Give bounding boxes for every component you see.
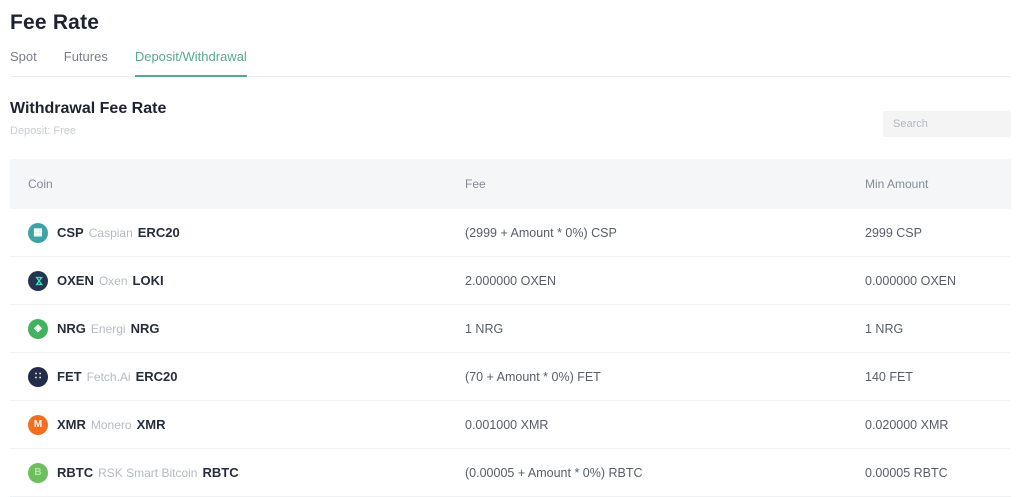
tab-bar: Spot Futures Deposit/Withdrawal — [10, 49, 1011, 77]
column-header-fee: Fee — [465, 177, 865, 191]
table-row: ⋈ OXEN Oxen LOKI 2.000000 OXEN 0.000000 … — [10, 257, 1011, 305]
tab-deposit-withdrawal[interactable]: Deposit/Withdrawal — [135, 49, 247, 76]
fee-rate-page: Fee Rate Spot Futures Deposit/Withdrawal… — [0, 11, 1024, 497]
section-header: Withdrawal Fee Rate Deposit: Free — [10, 100, 1011, 137]
min-amount-value: 0.020000 XMR — [865, 418, 993, 432]
coin-symbol: RBTC — [57, 465, 93, 480]
table-row: ◈ NRG Energi NRG 1 NRG 1 NRG — [10, 305, 1011, 353]
fee-value: 2.000000 OXEN — [465, 274, 865, 288]
coin-network: NRG — [131, 321, 160, 336]
coin-symbol: XMR — [57, 417, 86, 432]
csp-coin-icon: ▦ — [28, 223, 48, 243]
nrg-coin-icon: ◈ — [28, 319, 48, 339]
table-header-row: Coin Fee Min Amount — [10, 159, 1011, 209]
oxen-coin-icon: ⋈ — [28, 271, 48, 291]
fee-value: 0.001000 XMR — [465, 418, 865, 432]
coin-symbol: CSP — [57, 225, 84, 240]
coin-name: Oxen — [99, 274, 128, 288]
coin-symbol: FET — [57, 369, 82, 384]
coin-cell: ◈ NRG Energi NRG — [28, 319, 465, 339]
min-amount-value: 0.00005 RBTC — [865, 466, 993, 480]
table-row: M XMR Monero XMR 0.001000 XMR 0.020000 X… — [10, 401, 1011, 449]
rbtc-coin-icon: B — [28, 463, 48, 483]
section-title: Withdrawal Fee Rate — [10, 100, 166, 118]
fee-value: (2999 + Amount * 0%) CSP — [465, 226, 865, 240]
coin-cell: B RBTC RSK Smart Bitcoin RBTC — [28, 463, 465, 483]
coin-symbol: NRG — [57, 321, 86, 336]
coin-name: Monero — [91, 418, 132, 432]
fee-value: (70 + Amount * 0%) FET — [465, 370, 865, 384]
coin-name: Fetch.Ai — [87, 370, 131, 384]
coin-cell: M XMR Monero XMR — [28, 415, 465, 435]
coin-network: LOKI — [133, 273, 164, 288]
min-amount-value: 0.000000 OXEN — [865, 274, 993, 288]
coin-network: RBTC — [202, 465, 238, 480]
table-row: B RBTC RSK Smart Bitcoin RBTC (0.00005 +… — [10, 449, 1011, 497]
coin-cell: ⋈ OXEN Oxen LOKI — [28, 271, 465, 291]
coin-cell: ∷ FET Fetch.Ai ERC20 — [28, 367, 465, 387]
deposit-free-note: Deposit: Free — [10, 125, 166, 137]
coin-name: Energi — [91, 322, 126, 336]
section-header-text: Withdrawal Fee Rate Deposit: Free — [10, 100, 166, 137]
page-title: Fee Rate — [10, 11, 1011, 35]
fee-value: 1 NRG — [465, 322, 865, 336]
table-row: ▦ CSP Caspian ERC20 (2999 + Amount * 0%)… — [10, 209, 1011, 257]
coin-network: ERC20 — [136, 369, 178, 384]
fee-value: (0.00005 + Amount * 0%) RBTC — [465, 466, 865, 480]
min-amount-value: 2999 CSP — [865, 226, 993, 240]
column-header-coin: Coin — [28, 177, 465, 191]
tab-futures[interactable]: Futures — [64, 49, 108, 76]
column-header-min-amount: Min Amount — [865, 177, 993, 191]
xmr-coin-icon: M — [28, 415, 48, 435]
withdrawal-fee-table: Coin Fee Min Amount ▦ CSP Caspian ERC20 … — [10, 159, 1011, 497]
fet-coin-icon: ∷ — [28, 367, 48, 387]
table-row: ∷ FET Fetch.Ai ERC20 (70 + Amount * 0%) … — [10, 353, 1011, 401]
coin-network: XMR — [137, 417, 166, 432]
coin-name: RSK Smart Bitcoin — [98, 466, 197, 480]
coin-name: Caspian — [89, 226, 133, 240]
min-amount-value: 140 FET — [865, 370, 993, 384]
tab-spot[interactable]: Spot — [10, 49, 37, 76]
coin-symbol: OXEN — [57, 273, 94, 288]
coin-cell: ▦ CSP Caspian ERC20 — [28, 223, 465, 243]
coin-network: ERC20 — [138, 225, 180, 240]
search-input[interactable] — [883, 111, 1011, 137]
min-amount-value: 1 NRG — [865, 322, 993, 336]
